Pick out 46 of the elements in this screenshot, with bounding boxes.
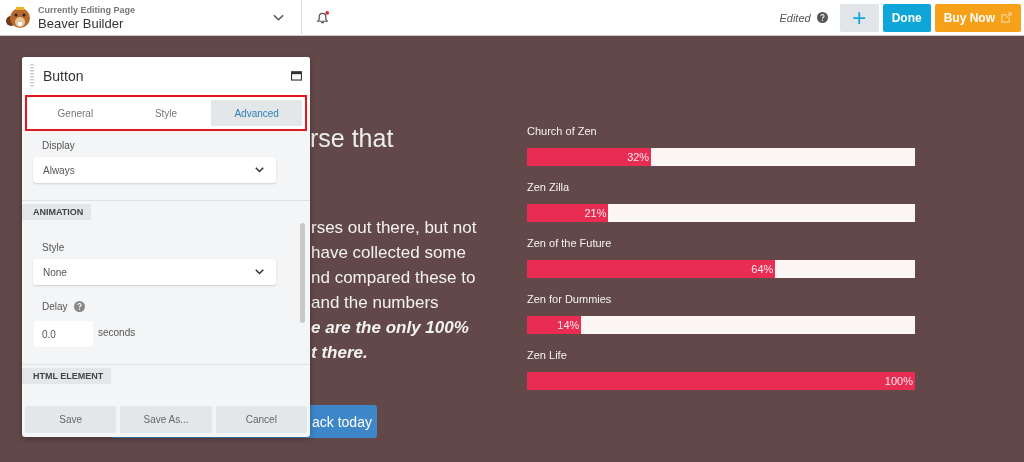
footer-button[interactable]: Save As... xyxy=(120,406,212,433)
bar-percentage: 21% xyxy=(584,207,608,219)
paragraph-line: e are the only 100% xyxy=(311,317,470,339)
bar-percentage: 100% xyxy=(884,375,914,387)
beaver-logo xyxy=(5,4,31,31)
bar-label: Zen Zilla xyxy=(527,181,571,195)
bar-percentage: 64% xyxy=(751,263,775,275)
unit-label: seconds xyxy=(98,327,136,338)
help-icon[interactable] xyxy=(816,12,828,23)
paragraph-line: have collected some xyxy=(311,242,467,264)
bar-percentage: 14% xyxy=(557,319,581,331)
section-title: ANIMATION xyxy=(22,204,92,220)
display-select[interactable]: Always xyxy=(33,157,276,183)
field-label: Display xyxy=(42,140,76,151)
paragraph-line: nd compared these to xyxy=(311,267,477,289)
drag-handle-icon[interactable] xyxy=(30,64,34,88)
panel-title: Button xyxy=(43,68,85,84)
paragraph-line: rses out there, but not xyxy=(311,217,478,239)
chevron-down-icon xyxy=(255,269,264,275)
scrollbar[interactable] xyxy=(300,223,305,323)
chevron-down-icon[interactable] xyxy=(273,13,284,22)
notification-bell-icon[interactable] xyxy=(315,10,330,25)
done-button[interactable]: Done xyxy=(882,3,931,32)
bar-percentage: 32% xyxy=(627,151,651,163)
panel-tab[interactable]: Advanced xyxy=(211,100,302,126)
style-select[interactable]: None xyxy=(33,259,276,285)
chevron-down-icon xyxy=(255,167,264,173)
page-caption: Currently Editing Page xyxy=(38,4,136,15)
field-label: Style xyxy=(42,242,66,253)
bar-label: Zen for Dummies xyxy=(527,293,613,307)
section-title: HTML ELEMENT xyxy=(22,368,112,384)
paragraph-line: and the numbers xyxy=(311,292,440,314)
page-heading: rse that xyxy=(310,124,395,153)
help-icon[interactable] xyxy=(73,301,85,312)
footer-button[interactable]: Cancel xyxy=(215,406,307,433)
edited-status: Edited xyxy=(779,11,811,24)
field-label: Delay xyxy=(42,301,68,312)
footer-button[interactable]: Save xyxy=(25,406,117,433)
bar-label: Zen of the Future xyxy=(527,237,613,251)
bar-label: Church of Zen xyxy=(527,125,598,139)
delay-input[interactable]: 0.0 xyxy=(34,321,93,347)
window-icon[interactable] xyxy=(291,71,302,81)
paragraph-line: t there. xyxy=(311,342,369,364)
external-link-icon xyxy=(1001,12,1012,23)
page-name: Beaver Builder xyxy=(38,15,125,31)
bar-label: Zen Life xyxy=(527,349,568,363)
